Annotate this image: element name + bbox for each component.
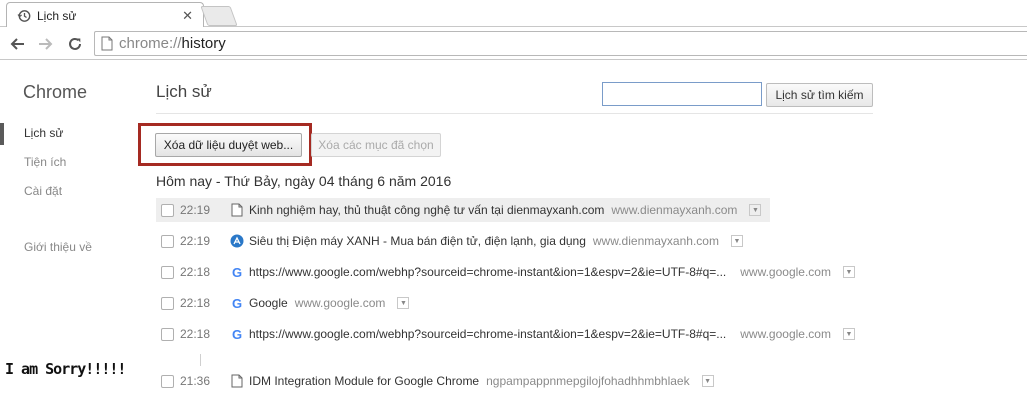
entry-domain: www.dienmayxanh.com [611,203,738,217]
entry-time: 22:18 [180,265,211,279]
sidebar-brand: Chrome [23,82,88,102]
chevron-down-icon[interactable]: ▼ [397,297,410,309]
entry-checkbox[interactable] [161,374,174,388]
chevron-down-icon[interactable]: ▼ [701,375,714,387]
entry-title[interactable]: https://www.google.com/webhp?sourceid=ch… [249,265,726,279]
reload-button[interactable] [65,34,85,54]
new-tab-button[interactable] [200,6,238,26]
clear-browsing-data-button[interactable]: Xóa dữ liệu duyệt web... [155,133,302,157]
history-entry[interactable]: 22:18 G https://www.google.com/webhp?sou… [156,322,855,346]
entry-time: 22:19 [180,203,211,217]
chevron-down-icon[interactable]: ▼ [730,235,743,247]
sidebar: Chrome Lịch sử Tiện ích Cài đặt Giới thi… [0,61,140,407]
entry-domain: ngpampappnmepgilojfohadhhmbhlaek [486,374,690,388]
history-entry[interactable]: 22:19 Kinh nghiệm hay, thủ thuật công ng… [156,198,770,222]
search-history-button[interactable]: Lịch sử tìm kiếm [766,83,873,107]
entry-title[interactable]: https://www.google.com/webhp?sourceid=ch… [249,327,726,341]
entry-checkbox[interactable] [161,203,174,217]
day-heading: Hôm nay - Thứ Bảy, ngày 04 tháng 6 năm 2… [156,173,452,189]
entry-time: 21:36 [180,374,211,388]
entry-checkbox[interactable] [161,327,174,341]
arrow-right-icon [39,38,53,50]
entry-title[interactable]: Google [249,296,288,310]
entry-checkbox[interactable] [161,296,174,310]
forward-button[interactable] [36,34,56,54]
close-tab-icon[interactable]: ✕ [182,8,193,24]
history-entry[interactable]: 22:18 G https://www.google.com/webhp?sou… [156,260,855,284]
google-icon: G [231,264,243,280]
entry-domain: www.google.com [294,296,386,310]
sidebar-item-settings[interactable]: Cài đặt [24,184,62,198]
toolbar: chrome://history [0,27,1027,60]
page-icon [101,36,113,51]
entry-title[interactable]: Kinh nghiệm hay, thủ thuật công nghệ tư … [249,203,604,217]
history-icon [17,9,31,23]
watermark-text: I am Sorry!!!!! [5,360,126,378]
tab-strip: Lịch sử ✕ [0,0,1027,28]
history-entry[interactable]: 22:18 G Google www.google.com ▼ [156,291,410,315]
chevron-down-icon[interactable]: ▼ [749,204,762,216]
remove-selected-button: Xóa các mục đã chọn [311,133,441,157]
reload-icon [69,37,81,50]
entry-domain: www.dienmayxanh.com [592,234,719,248]
page-icon [229,202,245,218]
tab-title: Lịch sử [37,8,77,23]
entry-domain: www.google.com [740,265,831,279]
sidebar-item-history[interactable]: Lịch sử [24,126,63,140]
dienmayxanh-icon [229,233,245,249]
google-icon: G [231,295,243,311]
page-title: Lịch sử [156,82,212,101]
history-entry[interactable]: 21:36 IDM Integration Module for Google … [156,369,714,393]
sidebar-item-about[interactable]: Giới thiệu về [24,240,92,254]
entry-time: 22:18 [180,327,211,341]
arrow-left-icon [10,38,24,50]
entry-checkbox[interactable] [161,234,174,248]
entry-title[interactable]: IDM Integration Module for Google Chrome [249,374,479,388]
history-entry[interactable]: 22:19 Siêu thị Điện máy XANH - Mua bán đ… [156,229,743,253]
active-indicator [0,123,4,145]
tab-history[interactable]: Lịch sử ✕ [6,2,204,28]
chevron-down-icon[interactable]: ▼ [842,328,855,340]
address-bar[interactable]: chrome://history [94,31,1027,56]
page-icon [229,373,245,389]
google-icon: G [231,326,243,342]
entry-time: 22:18 [180,296,211,310]
time-gap-marker [200,354,201,366]
chevron-down-icon[interactable]: ▼ [842,266,855,278]
search-input[interactable] [602,82,762,106]
entry-checkbox[interactable] [161,265,174,279]
sidebar-item-extensions[interactable]: Tiện ích [24,155,66,169]
header-divider [156,113,873,114]
url-scheme: chrome:// [119,35,182,52]
entry-time: 22:19 [180,234,211,248]
entry-title[interactable]: Siêu thị Điện máy XANH - Mua bán điện tử… [249,234,586,248]
entry-domain: www.google.com [740,327,831,341]
back-button[interactable] [7,34,27,54]
url-path: history [181,35,226,52]
